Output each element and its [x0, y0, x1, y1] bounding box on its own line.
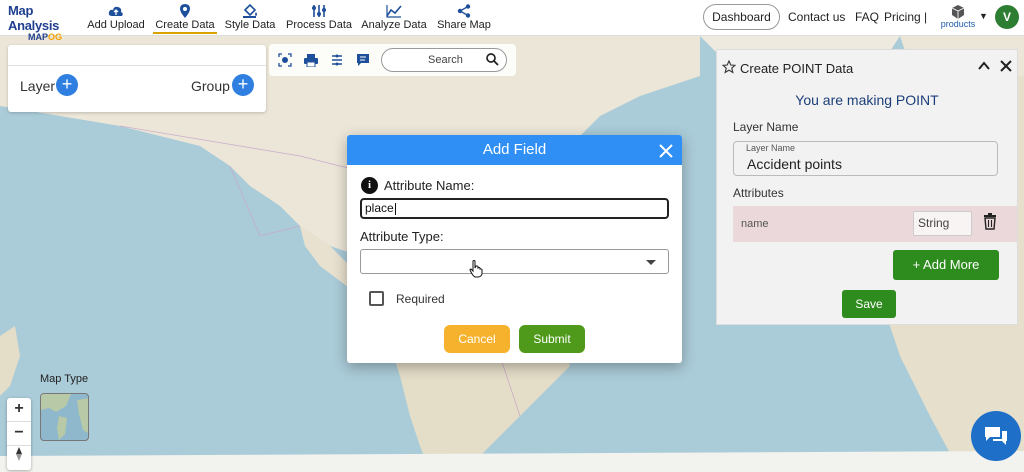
- attribute-row: name String: [733, 206, 1017, 242]
- nav-share-map-label: Share Map: [437, 19, 491, 31]
- attribute-name-input[interactable]: place: [360, 198, 669, 219]
- print-icon[interactable]: [303, 52, 319, 68]
- logo-og-text: OG: [48, 32, 63, 42]
- create-point-panel: Create POINT Data You are making POINT L…: [716, 49, 1018, 325]
- required-label: Required: [396, 292, 445, 306]
- nav-share-map[interactable]: Share Map: [436, 3, 492, 31]
- trash-icon[interactable]: [983, 213, 997, 235]
- cube-icon: [937, 5, 979, 19]
- panel-title: Create POINT Data: [740, 61, 854, 76]
- text-cursor: [394, 202, 396, 215]
- layer-name-float-label: Layer Name: [746, 143, 796, 153]
- user-avatar[interactable]: V: [995, 5, 1019, 29]
- chat-icon: [985, 427, 1007, 445]
- nav-style-data[interactable]: Style Data: [223, 3, 277, 31]
- cancel-button[interactable]: Cancel: [444, 325, 510, 353]
- locate-icon[interactable]: [277, 52, 293, 68]
- nav-analyze-data-label: Analyze Data: [361, 19, 427, 31]
- chat-widget-button[interactable]: [971, 411, 1021, 461]
- nav-add-upload-label: Add Upload: [87, 19, 145, 31]
- map-type-label: Map Type: [40, 373, 89, 385]
- attribute-name-label-row: i Attribute Name:: [361, 177, 474, 194]
- top-navbar: Map Analysis MAPOG Add Upload Create Dat…: [0, 0, 1024, 42]
- zoom-control: + −: [7, 398, 31, 470]
- submit-button[interactable]: Submit: [519, 325, 585, 353]
- share-icon: [436, 3, 492, 19]
- nav-create-data[interactable]: Create Data: [153, 3, 217, 34]
- save-button[interactable]: Save: [842, 290, 896, 318]
- search-icon[interactable]: [486, 53, 499, 69]
- close-icon[interactable]: [999, 59, 1013, 78]
- layer-group-panel: Layer + Group +: [8, 45, 266, 112]
- chevron-up-icon[interactable]: [977, 59, 991, 78]
- zoom-out-button[interactable]: −: [7, 422, 31, 446]
- nav-create-data-label: Create Data: [153, 19, 217, 34]
- add-group-button[interactable]: +: [232, 74, 254, 96]
- pricing-link[interactable]: Pricing |: [884, 10, 927, 24]
- layer-name-value: Accident points: [747, 156, 842, 172]
- app-logo[interactable]: Map Analysis MAPOG: [8, 3, 78, 42]
- products-label: products: [940, 19, 976, 29]
- making-type-text: You are making POINT: [795, 92, 939, 108]
- dropdown-arrow-icon: [646, 260, 656, 265]
- nav-process-data[interactable]: Process Data: [285, 3, 353, 31]
- add-layer-button[interactable]: +: [56, 74, 78, 96]
- cloud-upload-icon: [86, 3, 146, 19]
- dialog-header: Add Field: [347, 135, 682, 165]
- process-icon: [285, 3, 353, 19]
- search-placeholder: Search: [428, 54, 463, 66]
- attribute-type-select[interactable]: [360, 249, 669, 274]
- paint-bucket-icon: [223, 3, 277, 19]
- nav-analyze-data[interactable]: Analyze Data: [360, 3, 428, 31]
- attributes-heading: Attributes: [733, 186, 784, 200]
- attribute-type-field[interactable]: String: [913, 211, 972, 236]
- grid-tool-icon[interactable]: [329, 52, 345, 68]
- logo-subtitle: MAPOG: [28, 32, 78, 42]
- nav-add-upload[interactable]: Add Upload: [86, 3, 146, 31]
- plus-icon: +: [237, 74, 249, 94]
- add-field-dialog: Add Field i Attribute Name: place Attrib…: [347, 135, 682, 363]
- logo-title: Map Analysis: [8, 3, 60, 33]
- group-label: Group: [191, 78, 230, 94]
- map-pin-icon: [153, 3, 217, 19]
- map-toolbar: Search: [269, 44, 516, 76]
- analyze-icon: [360, 3, 428, 19]
- attribute-name-value: place: [365, 201, 394, 215]
- chevron-down-icon[interactable]: ▼: [979, 11, 988, 21]
- close-icon[interactable]: [658, 140, 674, 170]
- attribute-name-label: Attribute Name:: [384, 178, 475, 193]
- nav-style-data-label: Style Data: [224, 19, 276, 31]
- dialog-title: Add Field: [482, 141, 547, 158]
- contact-us-link[interactable]: Contact us: [788, 10, 845, 24]
- comment-icon[interactable]: [355, 52, 371, 68]
- required-checkbox[interactable]: [369, 291, 384, 306]
- nav-process-data-label: Process Data: [285, 19, 353, 31]
- star-icon[interactable]: [721, 59, 737, 79]
- attribute-type-label: Attribute Type:: [360, 229, 444, 244]
- logo-map-text: MAP: [28, 32, 48, 42]
- map-type-thumbnail[interactable]: [40, 393, 89, 441]
- panel-divider: [8, 65, 266, 66]
- info-icon[interactable]: i: [361, 177, 378, 194]
- zoom-in-button[interactable]: +: [7, 398, 31, 422]
- faq-link[interactable]: FAQ: [855, 10, 879, 24]
- add-more-button[interactable]: + Add More: [893, 250, 999, 280]
- map-search-input[interactable]: Search: [381, 48, 507, 72]
- layer-name-field[interactable]: Layer Name Accident points: [733, 141, 998, 176]
- layer-label: Layer: [20, 78, 56, 94]
- layer-name-heading: Layer Name: [733, 120, 799, 134]
- products-menu[interactable]: products: [937, 5, 979, 29]
- plus-icon: +: [61, 74, 73, 94]
- dashboard-button[interactable]: Dashboard: [703, 4, 780, 30]
- attribute-name: name: [741, 218, 769, 230]
- compass-icon[interactable]: [7, 446, 31, 470]
- hand-cursor-icon: [469, 260, 483, 283]
